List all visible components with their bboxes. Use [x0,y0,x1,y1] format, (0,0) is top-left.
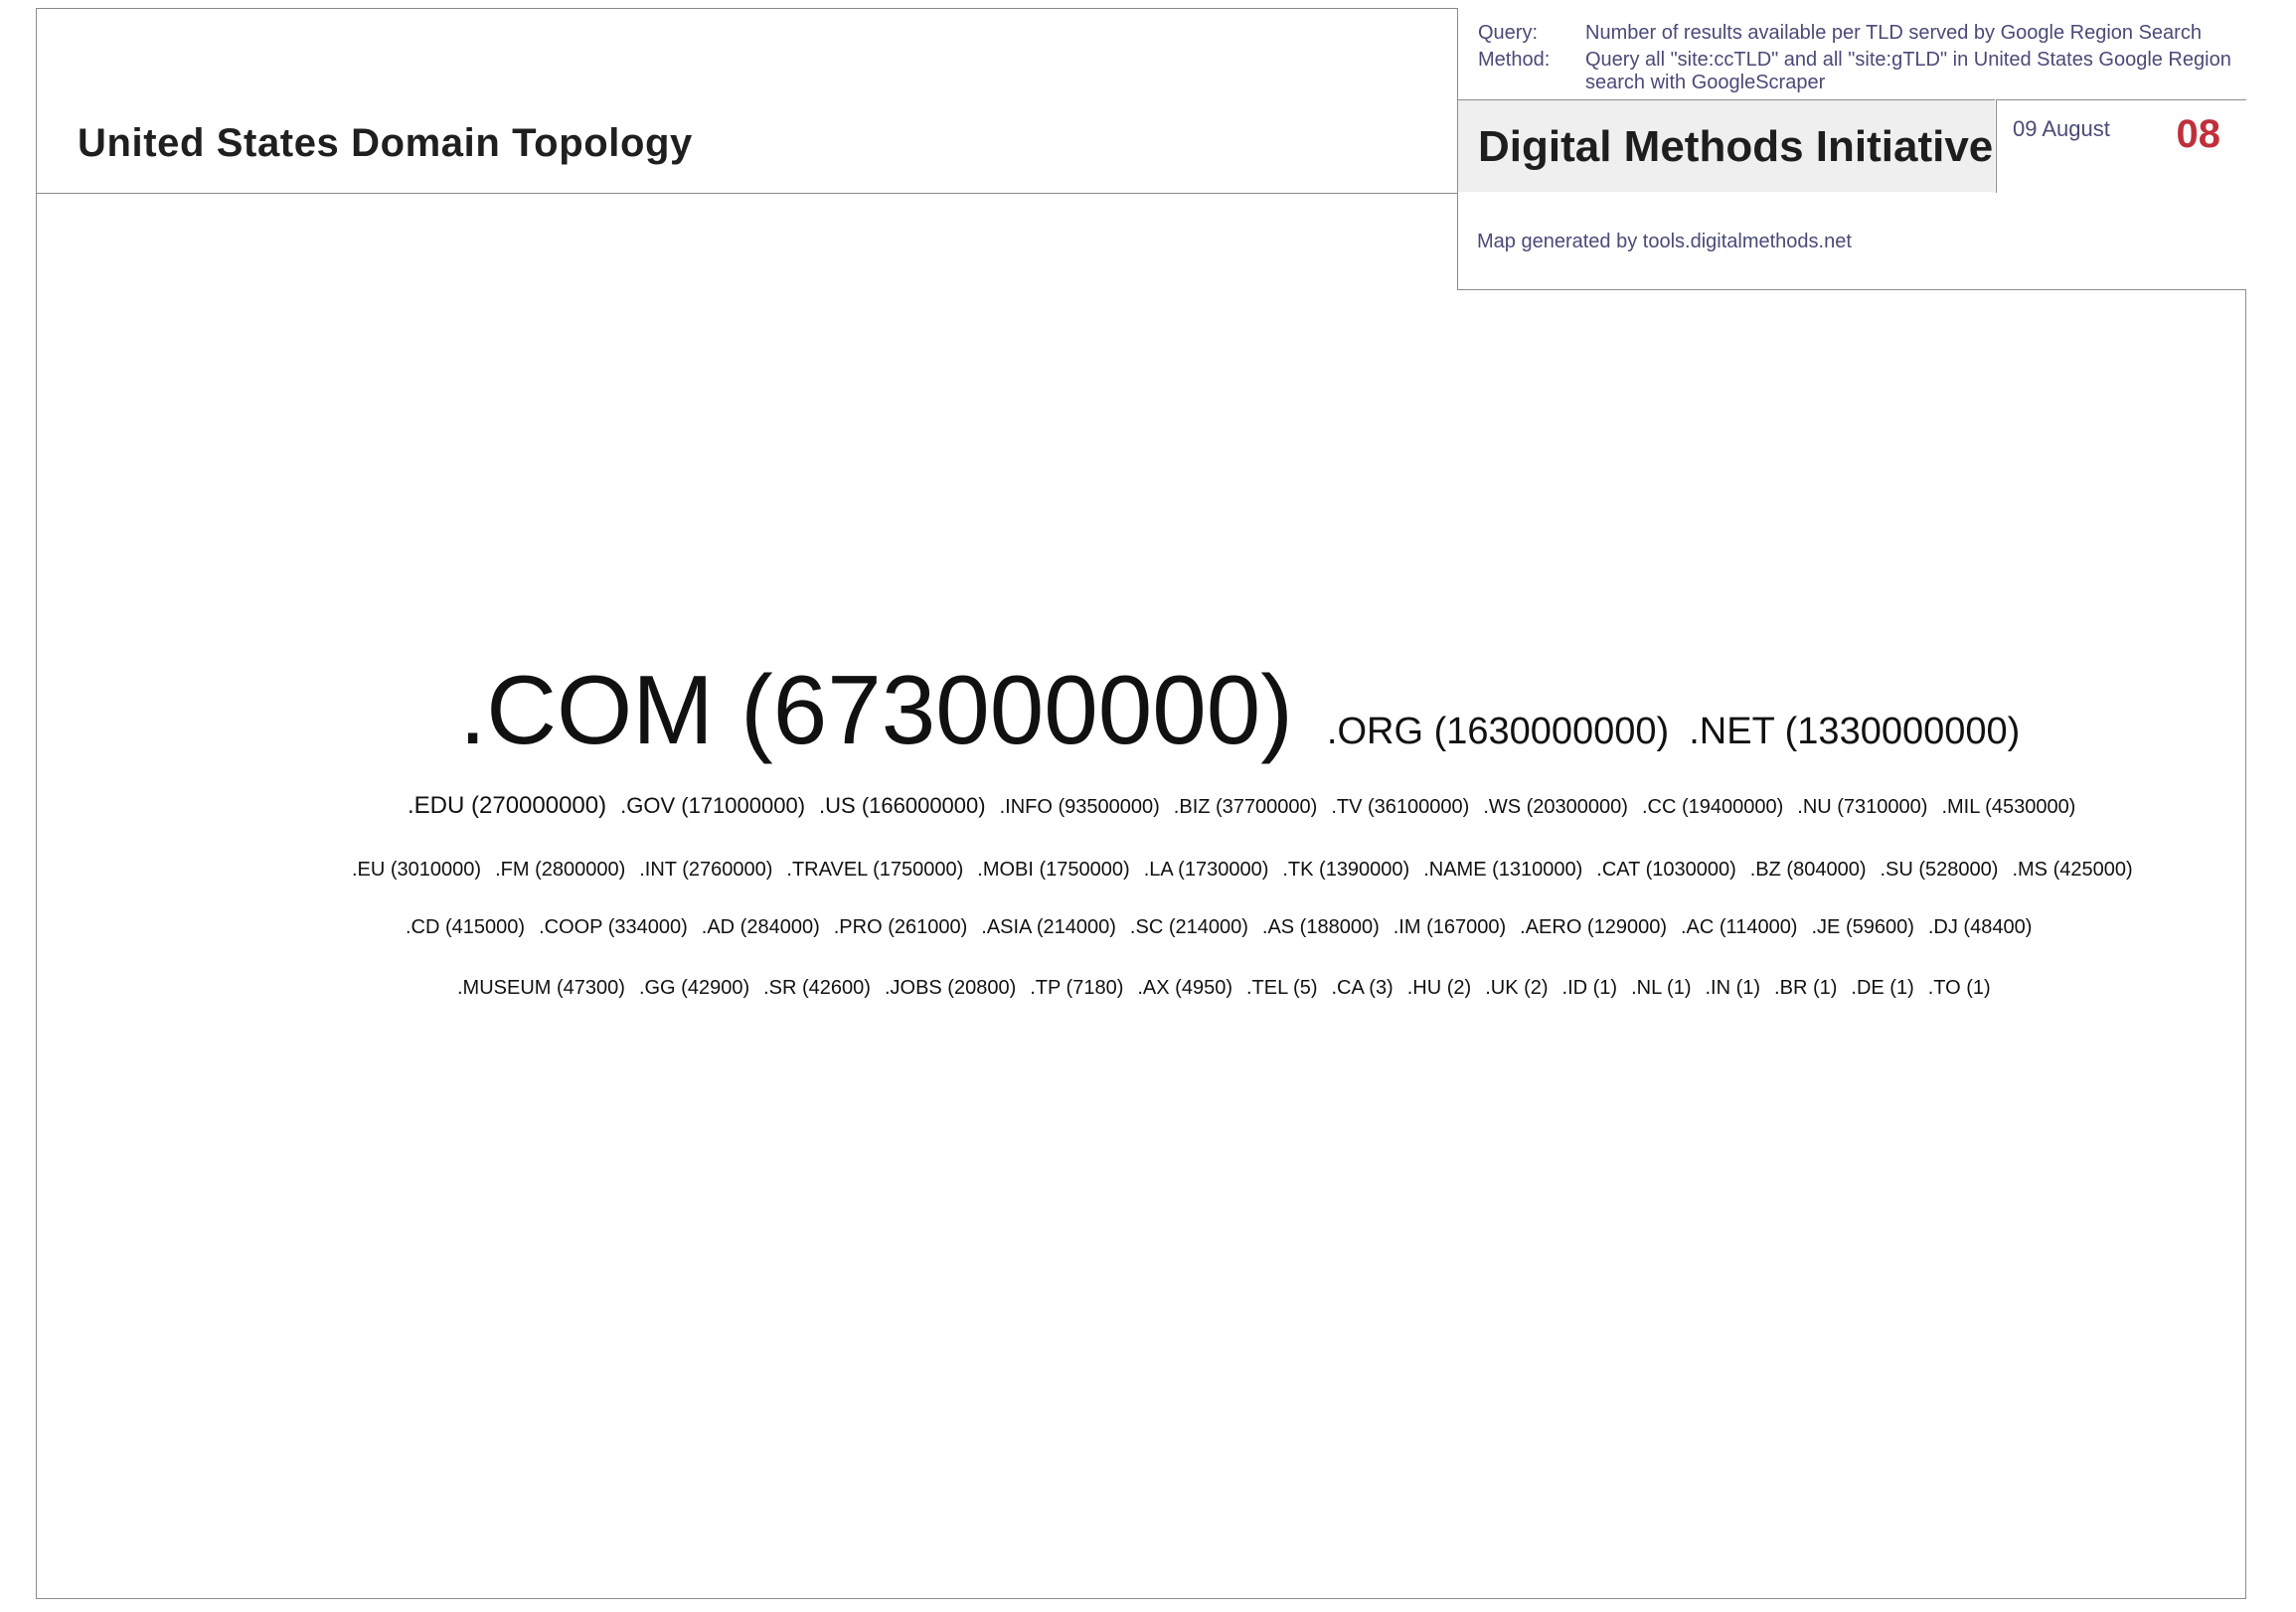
tld-item: .AD (284000) [701,916,820,938]
tld-item: .IM (167000) [1393,916,1507,938]
tld-item: .COM (673000000) [459,655,1293,764]
tld-item: .NAME (1310000) [1423,859,1583,881]
method-label: Method: [1478,49,1551,71]
tld-item: .MUSEUM (47300) [457,977,625,999]
tag-cloud-line: .CD (415000) .COOP (334000) .AD (284000) .P… [406,916,2046,939]
tld-item: .MOBI (1750000) [977,859,1130,881]
tld-item: .FM (2800000) [495,859,626,881]
tld-item: .ID (1) [1561,977,1618,999]
tld-item: .CC (19400000) [1641,796,1784,818]
tld-item: .SU (528000) [1880,859,1999,881]
tld-item: .TP (7180) [1030,977,1124,999]
tld-item: .AC (114000) [1681,916,1798,938]
tld-item: .GG (42900) [638,977,750,999]
tld-item: .CAT (1030000) [1596,859,1736,881]
tld-item: .EDU (270000000) [408,792,607,819]
organization-name: Digital Methods Initiative [1478,122,1994,171]
tld-item: .CD (415000) [406,916,526,938]
tld-item: .EU (3010000) [352,859,482,881]
tld-item: .TEL (5) [1245,977,1318,999]
tld-item: .GOV (171000000) [620,793,806,818]
tld-item: .TK (1390000) [1282,859,1410,881]
tld-item: .UK (2) [1485,977,1549,999]
query-label: Query: [1478,22,1539,44]
tld-item: .DE (1) [1851,977,1914,999]
query-value: Number of results available per TLD serv… [1585,22,2202,44]
tld-item: .NL (1) [1631,977,1692,999]
tld-item: .DJ (48400) [1927,916,2033,938]
tld-item: .TO (1) [1927,977,1991,999]
tld-item: .JOBS (20800) [884,977,1017,999]
tld-item: .TV (36100000) [1331,796,1470,818]
tld-item: .US (166000000) [819,793,986,818]
tld-item: .TRAVEL (1750000) [786,859,964,881]
date-block: 09 August 08 [1996,99,2246,193]
date-year: 08 [2176,112,2221,156]
tld-item: .NET (1330000000) [1689,711,2021,752]
tld-item: .COOP (334000) [539,916,688,938]
tld-item: .MIL (4530000) [1941,796,2076,818]
page-title: United States Domain Topology [78,121,693,165]
tld-item: .LA (1730000) [1143,859,1269,881]
tag-cloud-line: .COM (673000000) .ORG (1630000000) .NET (1… [459,654,2034,766]
date-label: 09 August [2013,116,2110,141]
tld-item: .AS (188000) [1261,916,1380,938]
tld-item: .PRO (261000) [833,916,968,938]
tld-item: .SC (214000) [1129,916,1248,938]
tld-item: .INFO (93500000) [999,796,1160,818]
method-value: Query all "site:ccTLD" and all "site:gTL… [1585,49,2231,93]
tag-cloud-line: .EU (3010000) .FM (2800000) .INT (2760000)… [352,859,2147,882]
credit-text: Map generated by tools.digitalmethods.ne… [1477,231,1852,252]
tld-item: .ORG (1630000000) [1326,711,1670,752]
tld-item: .JE (59600) [1811,916,1914,938]
tld-item: .HU (2) [1406,977,1472,999]
tld-item: .AERO (129000) [1520,916,1667,938]
tld-item: .ASIA (214000) [981,916,1116,938]
tld-item: .WS (20300000) [1483,796,1628,818]
tld-item: .BZ (804000) [1749,859,1867,881]
tld-item: .IN (1) [1705,977,1761,999]
tld-item: .BIZ (37700000) [1173,796,1318,818]
tld-item: .NU (7310000) [1797,796,1928,818]
tag-cloud-line: .EDU (270000000) .GOV (171000000) .US (166… [408,792,2089,820]
tld-item: .BR (1) [1774,977,1838,999]
tld-item: .SR (42600) [763,977,871,999]
tld-item: .AX (4950) [1137,977,1232,999]
tld-item: .CA (3) [1331,977,1394,999]
tld-item: .MS (425000) [2012,859,2133,881]
tag-cloud-line: .MUSEUM (47300) .GG (42900) .SR (42600) .JO… [457,977,2005,1000]
organization-block: Digital Methods Initiative [1458,99,1995,192]
tld-item: .INT (2760000) [639,859,773,881]
